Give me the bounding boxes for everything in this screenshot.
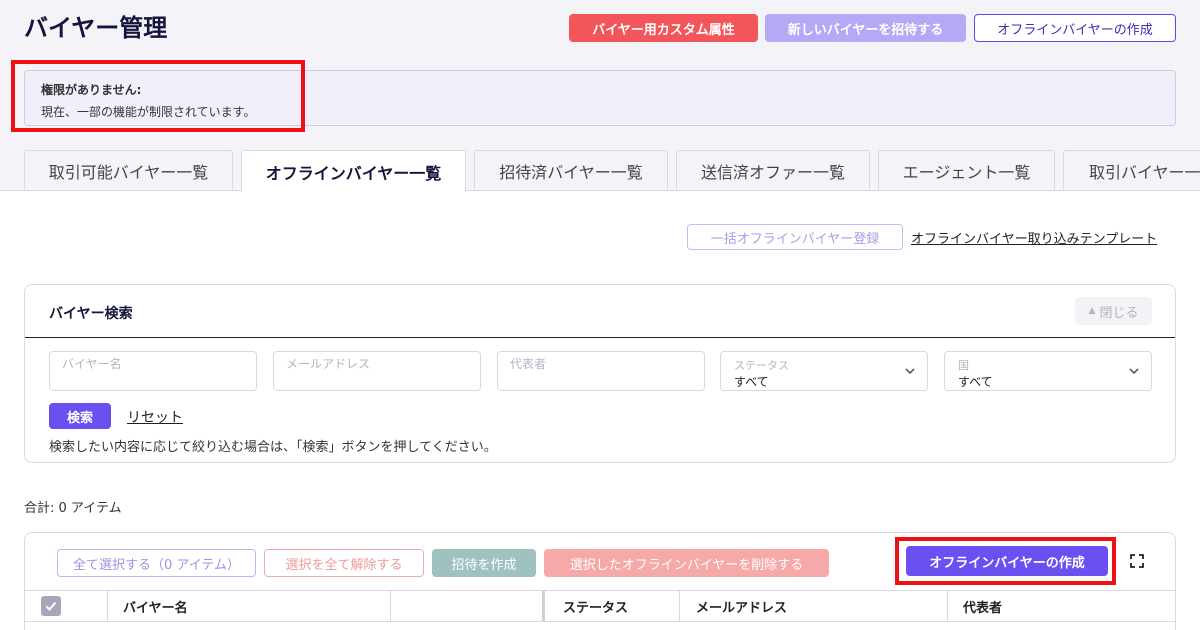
search-divider bbox=[25, 337, 1175, 338]
offline-import-template-link[interactable]: オフラインバイヤー取り込みテンプレート bbox=[911, 228, 1157, 247]
reset-link[interactable]: リセット bbox=[127, 407, 183, 427]
caret-up-icon: ▲ bbox=[1088, 306, 1096, 316]
permission-notice-title: 権限がありません: bbox=[41, 83, 142, 97]
deselect-all-button[interactable]: 選択を全て解除する bbox=[264, 549, 424, 577]
select-all-checkbox[interactable] bbox=[41, 596, 61, 616]
column-separator bbox=[390, 591, 391, 622]
buyer-name-field bbox=[49, 351, 257, 391]
tab-divider bbox=[0, 190, 1200, 191]
create-offline-buyer-header-button[interactable]: オフラインバイヤーの作成 bbox=[974, 14, 1176, 42]
checkmark-icon bbox=[45, 601, 57, 611]
column-separator bbox=[947, 591, 948, 622]
tab-trade-buyers[interactable]: 取引バイヤー一 bbox=[1063, 150, 1200, 191]
invite-new-buyer-button[interactable]: 新しいバイヤーを招待する bbox=[765, 14, 966, 42]
column-separator bbox=[542, 591, 545, 622]
delete-selected-offline-buyers-button[interactable]: 選択したオフラインバイヤーを削除する bbox=[544, 549, 829, 577]
fullscreen-icon[interactable] bbox=[1129, 553, 1145, 569]
status-select[interactable]: ステータス すべて bbox=[720, 351, 928, 391]
column-representative[interactable]: 代表者 bbox=[963, 591, 1002, 622]
page-title: バイヤー管理 bbox=[24, 14, 168, 42]
buyer-name-input[interactable] bbox=[50, 352, 256, 390]
country-select[interactable]: 国 すべて bbox=[944, 351, 1152, 391]
status-select-value: すべて bbox=[734, 375, 769, 389]
permission-notice-body: 現在、一部の機能が制限されています。 bbox=[41, 105, 256, 119]
buyer-search-panel: バイヤー検索 ▲ 閉じる ステータス すべて 国 すべて 検索 リセット 検索し… bbox=[24, 284, 1176, 463]
email-input[interactable] bbox=[274, 352, 480, 390]
permission-notice: 権限がありません: 現在、一部の機能が制限されています。 bbox=[24, 70, 1176, 126]
column-separator bbox=[107, 591, 108, 622]
status-select-label: ステータス bbox=[734, 359, 789, 372]
chevron-down-icon bbox=[905, 368, 915, 374]
email-field bbox=[273, 351, 481, 391]
tab-available-buyers[interactable]: 取引可能バイヤー一覧 bbox=[24, 150, 233, 191]
column-status[interactable]: ステータス bbox=[563, 591, 628, 622]
bulk-offline-register-button[interactable]: 一括オフラインバイヤー登録 bbox=[687, 224, 903, 250]
tab-invited-buyers[interactable]: 招待済バイヤー一覧 bbox=[474, 150, 668, 191]
representative-field bbox=[497, 351, 705, 391]
country-select-value: すべて bbox=[958, 375, 993, 389]
create-offline-buyer-button[interactable]: オフラインバイヤーの作成 bbox=[906, 546, 1108, 576]
buyer-table-panel: 全て選択する（0 アイテム） 選択を全て解除する 招待を作成 選択したオフライン… bbox=[24, 532, 1176, 630]
close-search-button[interactable]: ▲ 閉じる bbox=[1075, 297, 1152, 325]
search-hint: 検索したい内容に応じて絞り込む場合は、「検索」ボタンを押してください。 bbox=[49, 440, 497, 455]
table-header: バイヤー名 ステータス メールアドレス 代表者 bbox=[25, 590, 1175, 622]
select-all-button[interactable]: 全て選択する（0 アイテム） bbox=[57, 549, 256, 577]
total-count: 合計: 0 アイテム bbox=[24, 501, 122, 516]
tab-agents[interactable]: エージェント一覧 bbox=[878, 150, 1055, 191]
tab-offline-buyers[interactable]: オフラインバイヤー一覧 bbox=[241, 150, 466, 192]
chevron-down-icon bbox=[1129, 368, 1139, 374]
search-button[interactable]: 検索 bbox=[49, 403, 111, 429]
create-invite-button[interactable]: 招待を作成 bbox=[432, 549, 536, 577]
tab-sent-offers[interactable]: 送信済オファー一覧 bbox=[676, 150, 870, 191]
column-email[interactable]: メールアドレス bbox=[696, 591, 787, 622]
search-panel-title: バイヤー検索 bbox=[49, 306, 133, 322]
column-separator bbox=[679, 591, 680, 622]
close-search-label: 閉じる bbox=[1099, 305, 1139, 321]
country-select-label: 国 bbox=[958, 359, 969, 372]
buyer-custom-attributes-button[interactable]: バイヤー用カスタム属性 bbox=[569, 14, 758, 42]
representative-input[interactable] bbox=[498, 352, 704, 390]
column-buyer-name[interactable]: バイヤー名 bbox=[123, 591, 188, 622]
